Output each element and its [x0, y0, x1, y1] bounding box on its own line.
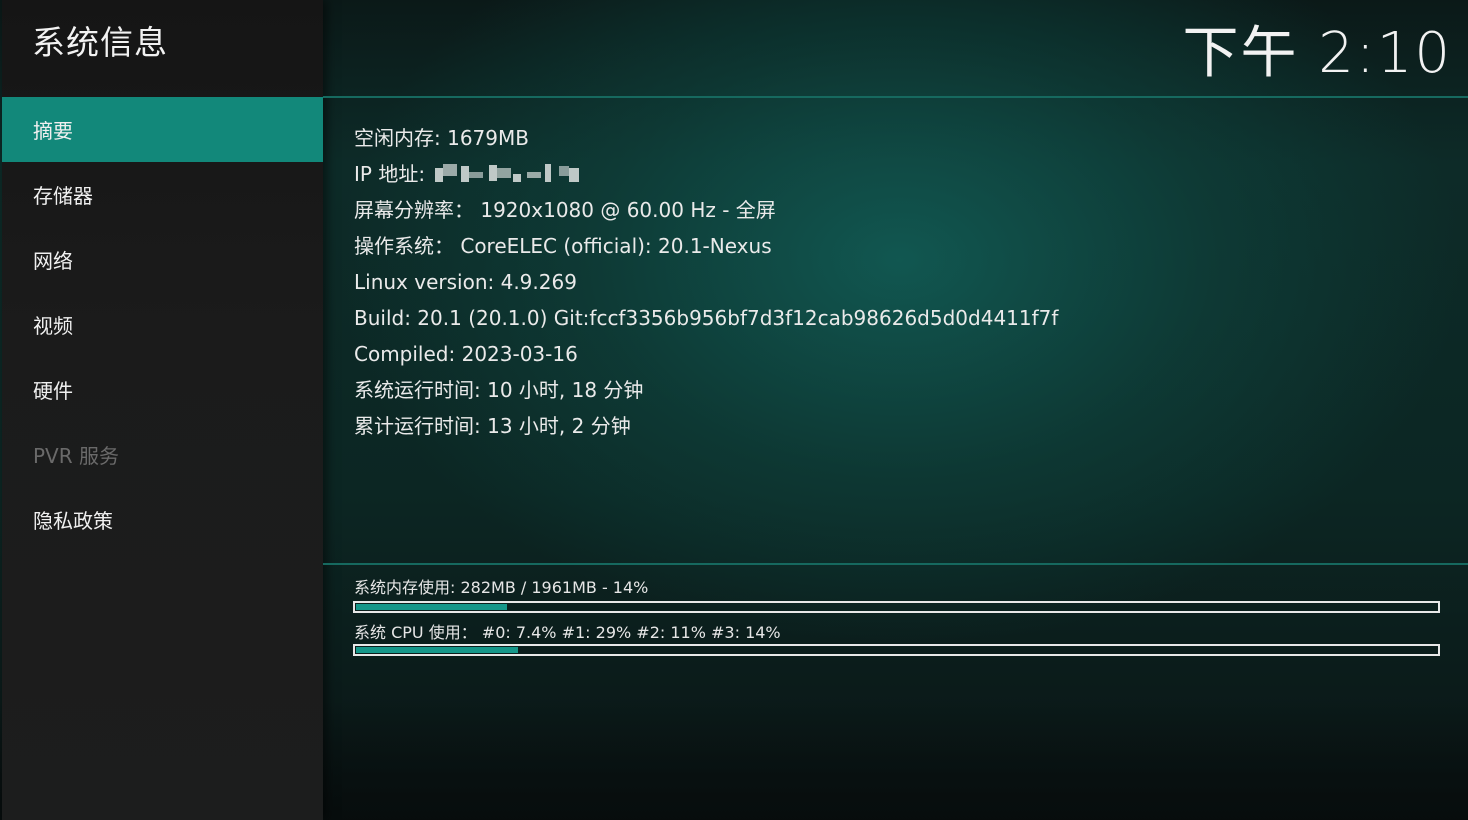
cpu-usage-bar	[353, 644, 1440, 656]
uptime-text: 系统运行时间: 10 小时, 18 分钟	[354, 378, 644, 402]
memory-usage-fill	[356, 604, 507, 610]
sidebar-item-network[interactable]: 网络	[2, 227, 323, 292]
page-title: 系统信息	[32, 23, 168, 62]
sidebar-menu: 摘要 存储器 网络 视频 硬件 PVR 服务 隐私政策	[2, 97, 323, 552]
sidebar-item-video[interactable]: 视频	[2, 292, 323, 357]
sidebar-item-pvr: PVR 服务	[33, 444, 119, 468]
sidebar-item-storage[interactable]: 存储器	[2, 162, 323, 227]
sidebar-item-privacy[interactable]: 隐私政策	[2, 487, 323, 552]
linux-version-text: Linux version: 4.9.269	[354, 270, 577, 294]
memory-usage-bar	[353, 601, 1440, 613]
divider-top	[323, 96, 1468, 98]
total-uptime-text: 累计运行时间: 13 小时, 2 分钟	[354, 414, 631, 438]
summary-info: 空闲内存: 1679MB IP 地址: 屏幕分辨率： 1920x1080 @ 6…	[354, 120, 1058, 444]
divider-middle	[323, 563, 1468, 565]
memory-usage-label: 系统内存使用: 282MB / 1961MB - 14%	[354, 578, 649, 597]
clock: 下午 2:10	[1182, 21, 1452, 86]
compiled-text: Compiled: 2023-03-16	[354, 342, 578, 366]
sidebar-item-summary[interactable]: 摘要	[2, 97, 323, 162]
cpu-usage-label: 系统 CPU 使用： #0: 7.4% #1: 29% #2: 11% #3: …	[354, 623, 781, 642]
ip-address-label: IP 地址:	[354, 162, 426, 186]
cpu-usage-fill	[356, 647, 518, 653]
sidebar-item-hardware[interactable]: 硬件	[2, 357, 323, 422]
ip-address-row: IP 地址:	[354, 156, 1058, 192]
ip-address-redacted	[435, 162, 581, 186]
free-memory-text: 空闲内存: 1679MB	[354, 126, 529, 150]
build-text: Build: 20.1 (20.1.0) Git:fccf3356b956bf7…	[354, 306, 1059, 330]
os-text: 操作系统： CoreELEC (official): 20.1-Nexus	[354, 234, 772, 258]
resolution-text: 屏幕分辨率： 1920x1080 @ 60.00 Hz - 全屏	[354, 198, 776, 222]
sidebar: 系统信息 摘要 存储器 网络 视频 硬件 PVR 服务 隐私政策	[2, 0, 323, 820]
